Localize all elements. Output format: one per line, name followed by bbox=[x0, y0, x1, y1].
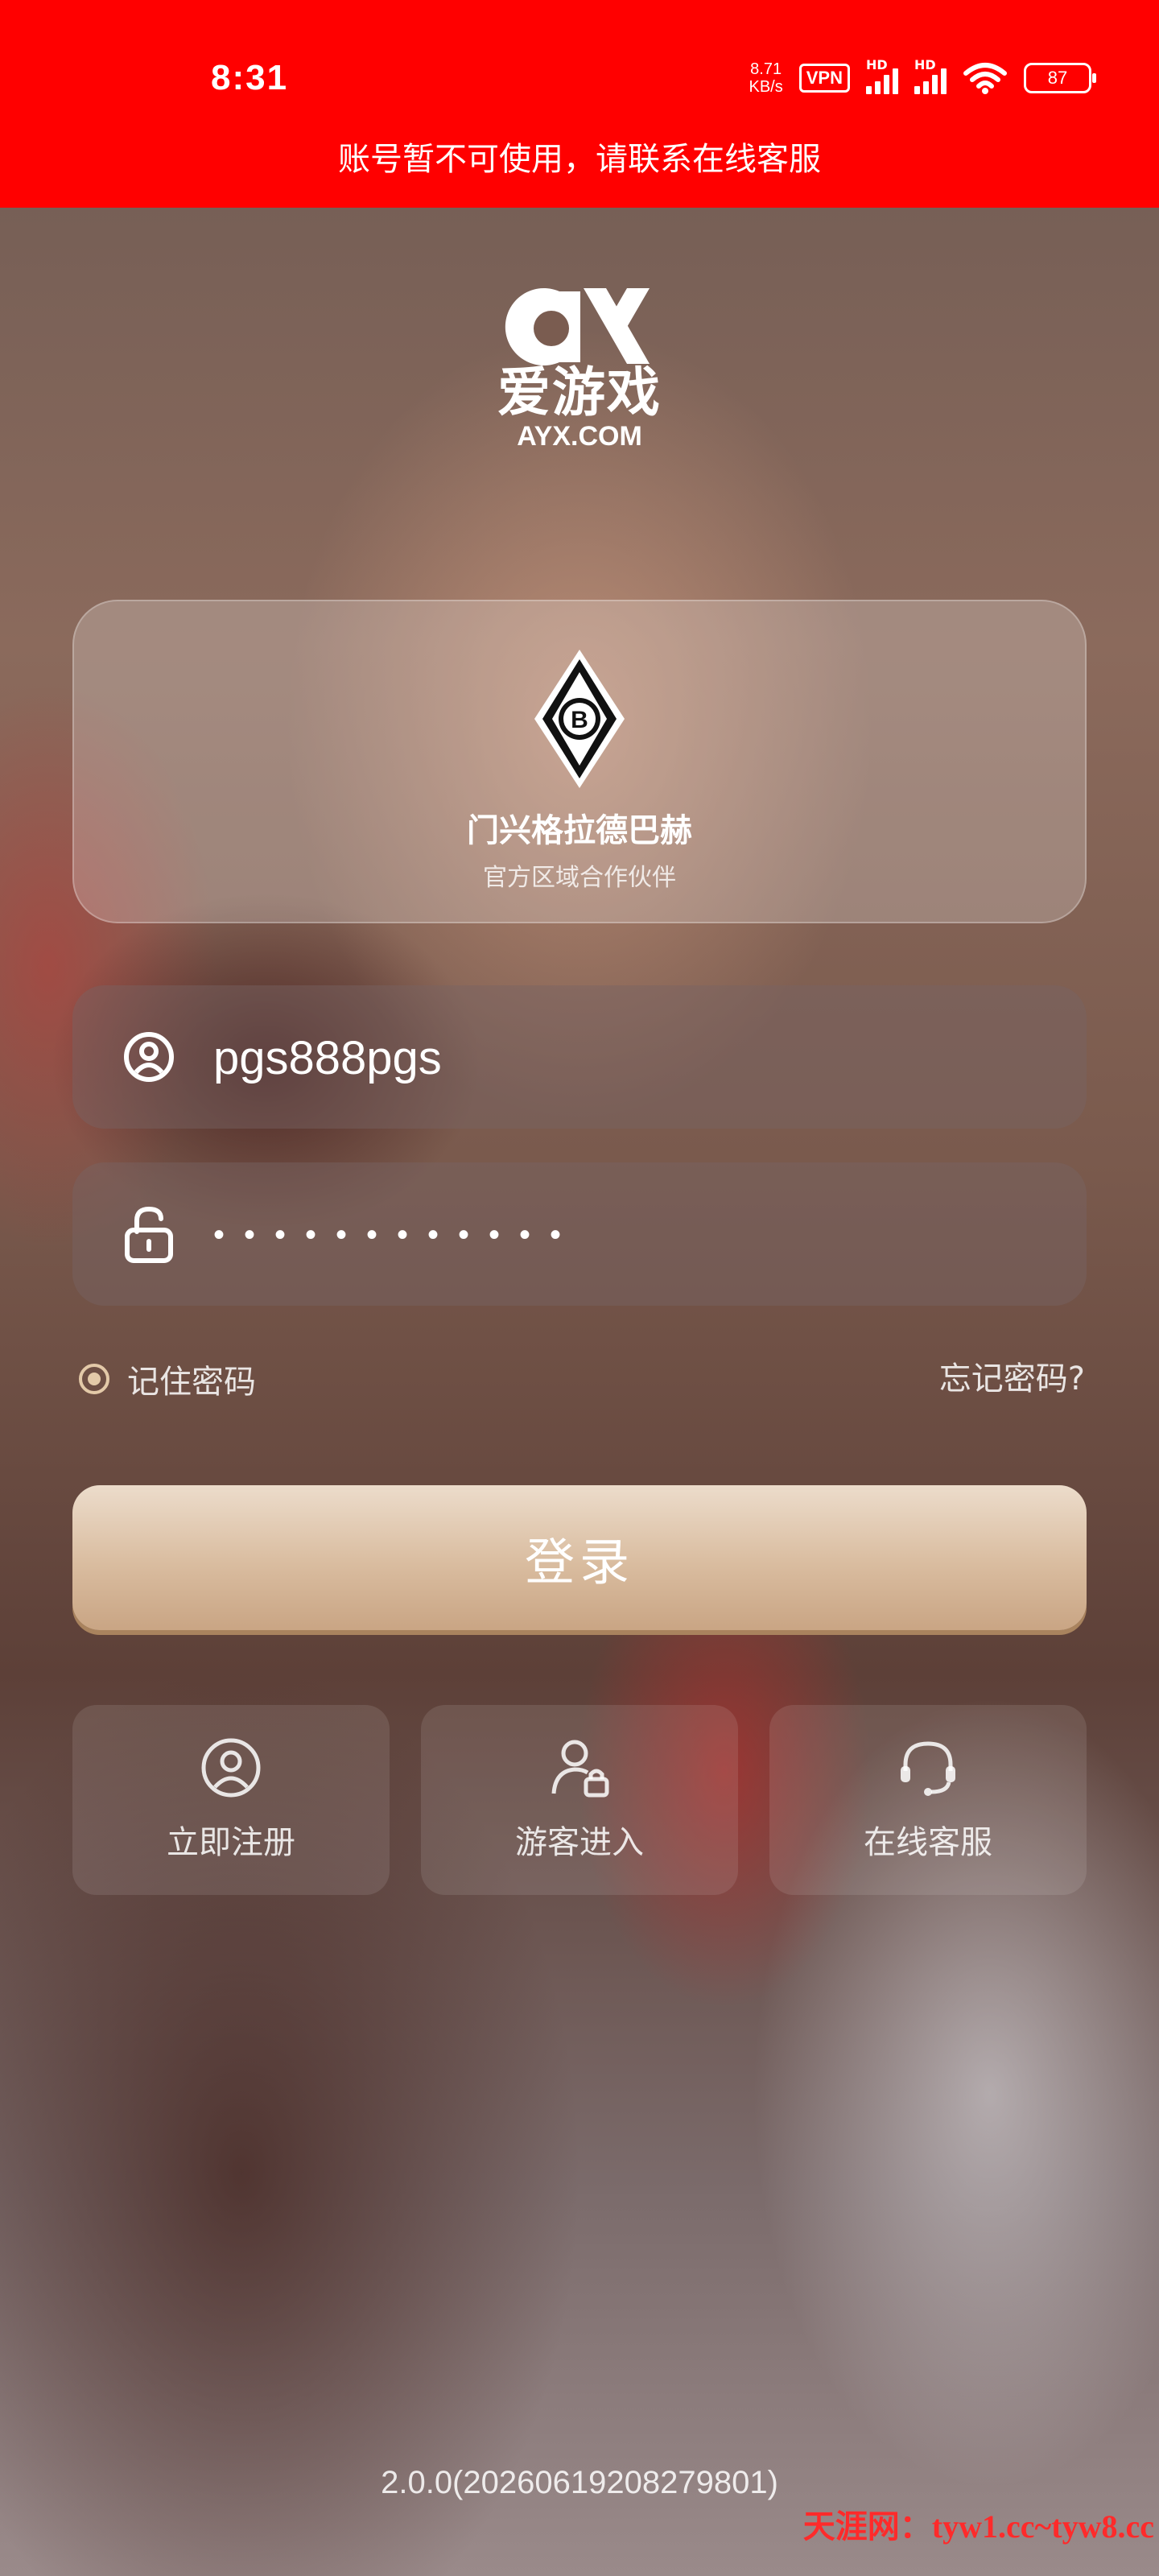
user-circle-icon bbox=[124, 1032, 174, 1082]
remember-password-toggle[interactable]: 记住密码 bbox=[79, 1356, 256, 1402]
guest-login-label: 游客进入 bbox=[515, 1824, 644, 1861]
battery-indicator: 87 bbox=[1024, 63, 1096, 93]
user-circle-icon bbox=[201, 1738, 261, 1798]
app-version: 2.0.0(20260619208279801) bbox=[381, 2465, 778, 2500]
watermark: 天涯网：tyw1.cc~tyw8.cc bbox=[802, 2508, 1154, 2545]
partner-name: 门兴格拉德巴赫 bbox=[467, 812, 692, 849]
logo-mark-icon bbox=[505, 288, 650, 365]
wifi-icon bbox=[963, 63, 1007, 94]
signal-icon: HD bbox=[866, 57, 898, 94]
guest-user-icon bbox=[551, 1740, 609, 1798]
unlock-icon bbox=[125, 1206, 173, 1263]
club-badge-icon: B bbox=[534, 650, 625, 788]
remember-radio[interactable] bbox=[79, 1364, 109, 1394]
username-input[interactable] bbox=[213, 1018, 1034, 1098]
remember-password-label: 记住密码 bbox=[127, 1364, 256, 1401]
online-support-label: 在线客服 bbox=[864, 1824, 992, 1861]
network-speed: 8.71 KB/s bbox=[749, 60, 783, 96]
partner-card: B 门兴格拉德巴赫 官方区域合作伙伴 bbox=[72, 600, 1087, 923]
password-input[interactable] bbox=[213, 1195, 1034, 1275]
app-logo: 爱游戏 AYX.COM bbox=[483, 282, 676, 475]
register-button[interactable]: 立即注册 bbox=[72, 1705, 390, 1895]
vpn-badge: VPN bbox=[798, 64, 850, 93]
username-field[interactable] bbox=[72, 985, 1087, 1129]
password-field[interactable] bbox=[72, 1162, 1087, 1306]
headset-icon bbox=[901, 1741, 955, 1796]
online-support-button[interactable]: 在线客服 bbox=[769, 1705, 1087, 1895]
status-icons: 8.71 KB/s VPN HD HD 87 bbox=[749, 57, 1096, 98]
register-label: 立即注册 bbox=[167, 1824, 295, 1861]
logo-text-en: AYX.COM bbox=[517, 421, 642, 452]
signal-icon: HD bbox=[914, 57, 947, 94]
account-notice: 账号暂不可使用，请联系在线客服 bbox=[338, 141, 821, 178]
partner-subtitle: 官方区域合作伙伴 bbox=[483, 864, 676, 892]
svg-text:B: B bbox=[571, 707, 588, 733]
guest-login-button[interactable]: 游客进入 bbox=[421, 1705, 738, 1895]
login-button[interactable]: 登录 bbox=[72, 1485, 1087, 1630]
status-time: 8:31 bbox=[211, 58, 289, 97]
logo-text-cn: 爱游戏 bbox=[497, 361, 662, 423]
status-banner: 8:31 8.71 KB/s VPN HD HD 87 账号暂不可使用，请联系在… bbox=[0, 0, 1159, 208]
forgot-password-link[interactable]: 忘记密码? bbox=[939, 1352, 1085, 1399]
